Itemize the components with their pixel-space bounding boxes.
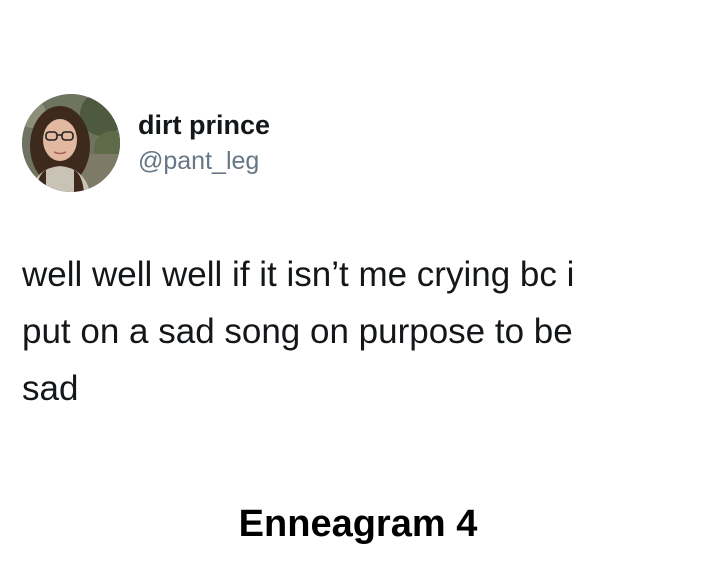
tweet-text-line: well well well if it isn’t me crying bc … (22, 255, 575, 294)
display-name[interactable]: dirt prince (138, 108, 270, 142)
tweet-text-line: sad (22, 369, 79, 408)
user-handle[interactable]: @pant_leg (138, 145, 259, 177)
avatar[interactable] (22, 94, 120, 192)
tweet-text: well well well if it isn’t me crying bc … (22, 246, 692, 417)
tweet-text-line: put on a sad song on purpose to be (22, 312, 573, 351)
tweet-card: dirt prince @pant_leg well well well if … (0, 0, 716, 572)
profile-photo-icon (22, 94, 120, 192)
caption: Enneagram 4 (238, 503, 478, 545)
